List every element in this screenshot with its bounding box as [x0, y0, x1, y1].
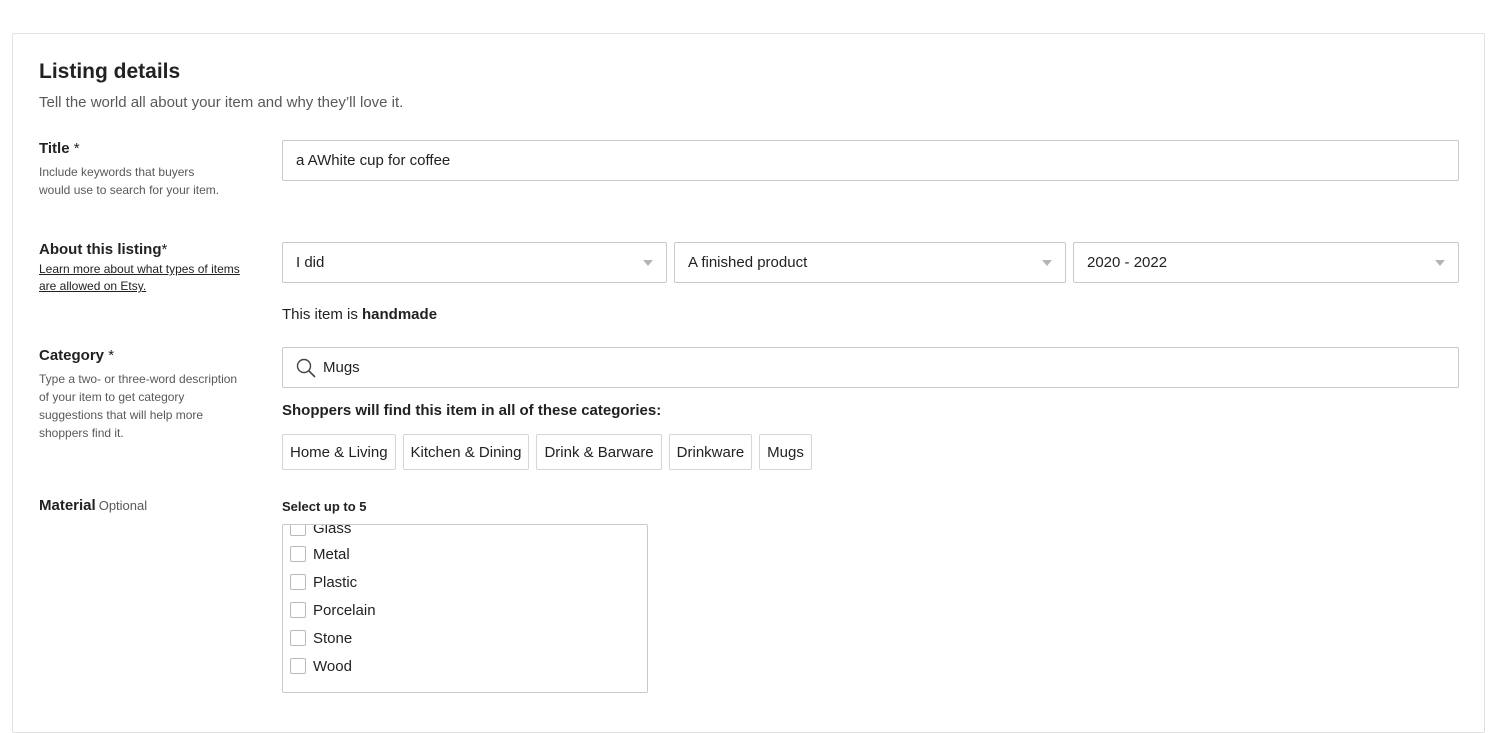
chevron-down-icon: [1042, 259, 1052, 266]
checkbox[interactable]: [290, 546, 306, 562]
select-limit-note: Select up to 5: [282, 499, 367, 514]
material-listbox[interactable]: Glass Metal Plastic Porcelain Stone Wood: [282, 524, 648, 693]
category-label: Category *: [39, 347, 115, 364]
title-input-value: a AWhite cup for coffee: [296, 152, 451, 169]
category-chip: Drink & Barware: [536, 434, 662, 470]
when-made-select[interactable]: 2020 - 2022: [1073, 242, 1459, 283]
category-search-value: Mugs: [323, 359, 360, 376]
material-option-stone[interactable]: Stone: [290, 624, 352, 652]
when-made-value: 2020 - 2022: [1087, 254, 1168, 271]
section-title: Listing details: [39, 60, 181, 83]
checkbox[interactable]: [290, 574, 306, 590]
checkbox[interactable]: [290, 525, 306, 536]
category-breadcrumbs: Home & Living Kitchen & Dining Drink & B…: [282, 434, 812, 470]
who-made-select[interactable]: I did: [282, 242, 667, 283]
chevron-down-icon: [1435, 259, 1445, 266]
material-label: Material Optional: [39, 497, 148, 514]
listing-details-card: Listing details Tell the world all about…: [12, 33, 1485, 733]
category-chip: Kitchen & Dining: [402, 434, 530, 470]
category-search-input[interactable]: Mugs: [282, 347, 1459, 388]
title-label: Title *: [39, 140, 80, 157]
material-option-wood[interactable]: Wood: [290, 652, 352, 680]
handmade-note: This item is handmade: [282, 306, 438, 323]
allowed-items-link[interactable]: Learn more about what types of items are…: [39, 261, 244, 295]
title-input[interactable]: a AWhite cup for coffee: [282, 140, 1459, 181]
category-chip: Home & Living: [282, 434, 396, 470]
about-label-group: About this listing* Learn more about wha…: [39, 241, 244, 295]
checkbox[interactable]: [290, 602, 306, 618]
chevron-down-icon: [643, 259, 653, 266]
material-option-porcelain[interactable]: Porcelain: [290, 596, 376, 624]
checkbox[interactable]: [290, 630, 306, 646]
material-option-metal[interactable]: Metal: [290, 540, 350, 568]
handmade-word: handmade: [362, 306, 438, 323]
category-chip: Drinkware: [668, 434, 753, 470]
required-mark: *: [161, 241, 168, 258]
category-label-group: Category * Type a two- or three-word des…: [39, 347, 244, 442]
section-subtitle: Tell the world all about your item and w…: [39, 94, 404, 111]
category-chip: Mugs: [759, 434, 812, 470]
material-label-group: Material Optional: [39, 497, 244, 514]
title-help: Include keywords that buyers would use t…: [39, 165, 220, 197]
about-label: About this listing*: [39, 241, 168, 258]
required-mark: *: [108, 347, 115, 364]
what-is-it-select[interactable]: A finished product: [674, 242, 1066, 283]
search-icon: [296, 358, 316, 377]
material-option-plastic[interactable]: Plastic: [290, 568, 357, 596]
title-label-group: Title * Include keywords that buyers wou…: [39, 140, 244, 199]
category-help: Type a two- or three-word description of…: [39, 372, 238, 440]
required-mark: *: [73, 140, 80, 157]
what-is-it-value: A finished product: [688, 254, 808, 271]
who-made-value: I did: [296, 254, 325, 271]
checkbox[interactable]: [290, 658, 306, 674]
shoppers-note: Shoppers will find this item in all of t…: [282, 402, 662, 419]
optional-label: Optional: [98, 498, 148, 513]
